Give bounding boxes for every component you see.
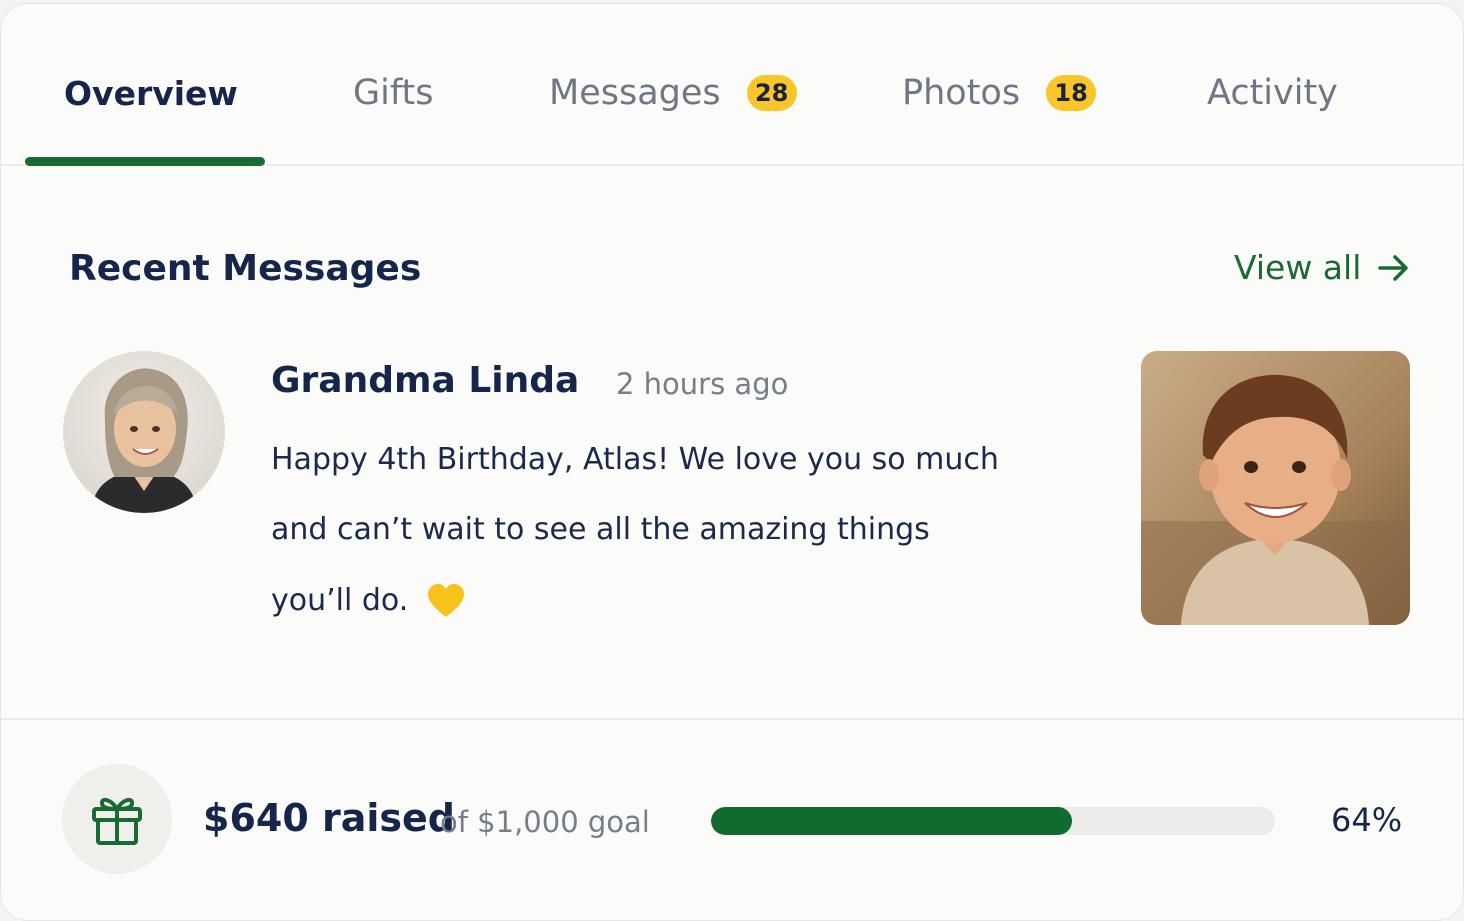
photos-count-badge: 18: [1046, 75, 1097, 111]
progress-percent: 64%: [1331, 801, 1403, 839]
message-text-line: you’ll do.: [271, 581, 1091, 621]
view-all-label: View all: [1234, 248, 1362, 287]
author-avatar[interactable]: [63, 351, 225, 513]
gift-icon-container: [62, 764, 172, 874]
message-author[interactable]: Grandma Linda: [271, 360, 579, 401]
view-all-link[interactable]: View all: [1234, 248, 1411, 287]
tab-overview[interactable]: Overview: [64, 68, 238, 118]
yellow-heart-icon: [428, 584, 465, 617]
tab-messages-label: Messages: [549, 73, 721, 113]
tab-activity-label: Activity: [1207, 73, 1338, 113]
message-text-line: and can’t wait to see all the amazing th…: [271, 512, 930, 547]
goal-amount: of $1,000 goal: [440, 805, 650, 839]
tab-photos-label: Photos: [902, 73, 1021, 113]
arrow-right-icon: [1378, 254, 1409, 281]
tab-messages[interactable]: Messages 28: [549, 68, 797, 118]
message-text-end: you’ll do.: [271, 583, 409, 618]
gift-icon: [92, 797, 142, 845]
fundraising-progress-bar: [711, 807, 1275, 835]
tab-gifts[interactable]: Gifts: [353, 68, 434, 118]
tab-overview-label: Overview: [64, 73, 238, 113]
tab-bar: Overview Gifts Messages 28 Photos 18 Act…: [1, 4, 1463, 166]
overview-card: Overview Gifts Messages 28 Photos 18 Act…: [0, 3, 1464, 921]
message-photo[interactable]: [1141, 351, 1410, 625]
section-divider: [1, 718, 1463, 720]
progress-bar-fill: [711, 807, 1072, 835]
message-timestamp: 2 hours ago: [616, 367, 789, 401]
messages-count-badge: 28: [746, 75, 797, 111]
tab-photos[interactable]: Photos 18: [902, 68, 1097, 118]
section-title: Recent Messages: [69, 248, 422, 289]
message-text-line: Happy 4th Birthday, Atlas! We love you s…: [271, 442, 999, 477]
tab-gifts-label: Gifts: [353, 73, 434, 113]
active-tab-indicator: [25, 157, 265, 166]
amount-raised: $640 raised: [203, 796, 455, 840]
tab-activity[interactable]: Activity: [1207, 68, 1338, 118]
